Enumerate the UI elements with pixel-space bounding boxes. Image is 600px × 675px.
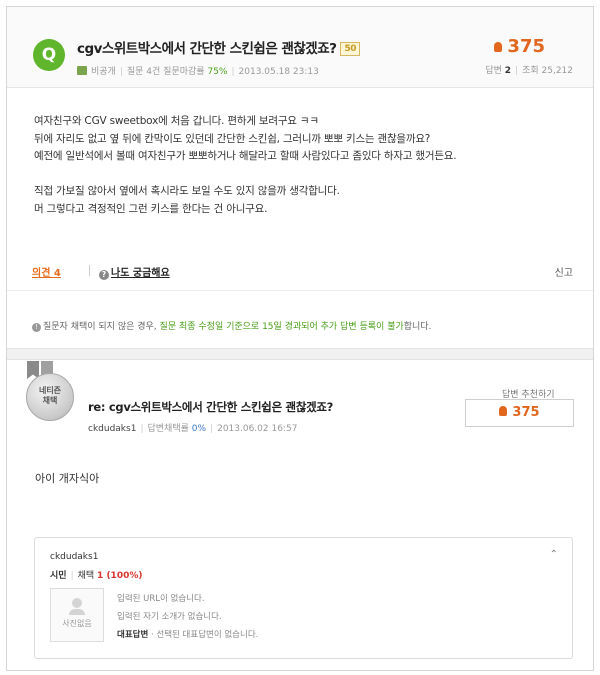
medal-line-1: 네티즌 <box>38 386 62 395</box>
meta-separator: | <box>140 424 144 434</box>
answer-title: re: cgv스위트박스에서 간단한 스킨쉽은 괜찮겠죠? <box>88 400 334 414</box>
question-datetime: 2013.05.18 23:13 <box>238 67 319 77</box>
point-bag-icon <box>494 42 503 52</box>
meta-separator: | <box>210 424 214 434</box>
chevron-up-icon[interactable]: ⌃ <box>550 549 558 560</box>
question-body-line: 예전에 일반석에서 볼때 여자친구가 뽀뽀하거나 해달라고 할때 사람있다고 좀… <box>34 150 457 162</box>
question-body-line: 머 그렇다고 격정적인 그런 키스를 한다는 건 아니구요. <box>34 202 268 215</box>
recommend-points: 375 <box>512 405 540 420</box>
question-actions: 의견 4 ? 나도 궁금해요 신고 <box>7 260 593 291</box>
answer-username[interactable]: ckdudaks1 <box>88 424 136 434</box>
question-body-line: 여자친구와 CGV sweetbox에 처음 갑니다. 편하게 보려구요 ㅋㅋ <box>34 115 319 127</box>
question-body-line: 직접 가보질 않아서 옆에서 혹시라도 보일 수도 있지 않을까 생각합니다. <box>34 185 340 197</box>
profile-intro: 입력된 자기 소개가 없습니다. <box>117 612 222 622</box>
qna-page: Q cgv스위트박스에서 간단한 스킨쉽은 괜찮겠죠? 50 비공개 | 질문 4건 … <box>6 6 594 671</box>
views-count: 25,212 <box>541 66 574 76</box>
report-link[interactable]: 신고 <box>555 264 573 279</box>
close-rate: 75% <box>207 67 228 77</box>
question-body-line: 뒤에 자리도 없고 옆 뒤에 칸막이도 있던데 간단한 스킨쉽, 그러니까 뽀뽀… <box>34 132 431 145</box>
answer-meta: ckdudaks1 | 답변채택률 0% | 2013.06.02 16:57 <box>88 421 297 434</box>
profile-rank: 시민 <box>50 571 67 581</box>
rep-answer-label: 대표답변 <box>117 630 149 640</box>
answerer-profile-box: ckdudaks1 ⌃ 시민 | 채택 1 (100%) 사진없음 입력된 URL이… <box>34 537 573 659</box>
recommend-answer-button[interactable]: 375 <box>465 399 574 427</box>
question-stats: 답변 2 | 조회 25,212 <box>485 63 573 76</box>
answers-label: 답변 <box>485 66 502 76</box>
notice-suffix: 합니다. <box>403 322 432 332</box>
no-photo-label: 사진없음 <box>62 619 92 628</box>
meta-separator: | <box>231 67 235 77</box>
section-divider <box>7 348 593 360</box>
profile-representative-answer: 대표답변 · 선택된 대표답변이 없습니다. <box>117 628 258 640</box>
me-too-curious-button[interactable]: ? 나도 궁금해요 <box>99 264 170 280</box>
answers-count: 2 <box>504 66 512 76</box>
action-divider <box>89 265 90 276</box>
private-icon <box>77 66 87 75</box>
rep-answer-text: · 선택된 대표답변이 없습니다. <box>150 630 259 640</box>
q-icon: Q <box>33 39 65 71</box>
info-icon: ! <box>32 323 41 332</box>
me-too-curious-label: 나도 궁금해요 <box>111 268 170 279</box>
question-mark-icon: ? <box>99 270 109 280</box>
meta-separator: | <box>70 571 74 581</box>
opinion-link[interactable]: 의견 4 <box>32 264 61 279</box>
point-bag-icon <box>499 406 508 416</box>
question-title-text: cgv스위트박스에서 간단한 스킨쉽은 괜찮겠죠? <box>77 41 337 57</box>
privacy-label: 비공개 <box>91 67 116 77</box>
netizen-choice-medal: 네티즌 채택 <box>26 373 74 421</box>
profile-username[interactable]: ckdudaks1 <box>50 552 98 562</box>
answer-datetime: 2013.06.02 16:57 <box>217 424 298 434</box>
profile-url: 입력된 URL이 없습니다. <box>117 594 205 604</box>
adopt-rate-value: 0% <box>191 424 207 434</box>
meta-separator: | <box>119 67 123 77</box>
question-info: 질문 4건 질문마감률 <box>126 67 205 77</box>
profile-stats: 시민 | 채택 1 (100%) <box>50 568 142 581</box>
question-points-value: 375 <box>507 36 545 57</box>
person-icon <box>69 598 85 615</box>
profile-adopt-label: 채택 <box>77 571 95 581</box>
question-header: Q cgv스위트박스에서 간단한 스킨쉽은 괜찮겠죠? 50 비공개 | 질문 4건 … <box>7 7 593 88</box>
medal-line-2: 채택 <box>42 396 58 405</box>
question-points: 375 <box>494 36 545 57</box>
notice-prefix: 질문자 채택이 되지 않은 경우, <box>43 322 157 332</box>
notice-highlight: 질문 최종 수정일 기준으로 15일 경과되어 추가 답변 등록이 불가 <box>159 322 404 332</box>
question-body: 여자친구와 CGV sweetbox에 처음 갑니다. 편하게 보려구요 ㅋㅋ … <box>34 113 457 218</box>
stats-separator: | <box>515 66 519 76</box>
profile-photo-placeholder: 사진없음 <box>50 588 104 642</box>
answer-closed-notice: ! 질문자 채택이 되지 않은 경우, 질문 최종 수정일 기준으로 15일 경과… <box>32 319 431 332</box>
views-label: 조회 <box>522 66 539 76</box>
nae-point-badge: 50 <box>340 42 360 56</box>
adopt-rate-label: 답변채택률 <box>147 424 189 434</box>
answer-text: 아이 개자식아 <box>35 472 100 485</box>
profile-adopt-value: 1 (100%) <box>97 571 143 581</box>
question-meta: 비공개 | 질문 4건 질문마감률 75% | 2013.05.18 23:13 <box>77 64 319 77</box>
question-title: cgv스위트박스에서 간단한 스킨쉽은 괜찮겠죠? 50 <box>77 37 360 57</box>
